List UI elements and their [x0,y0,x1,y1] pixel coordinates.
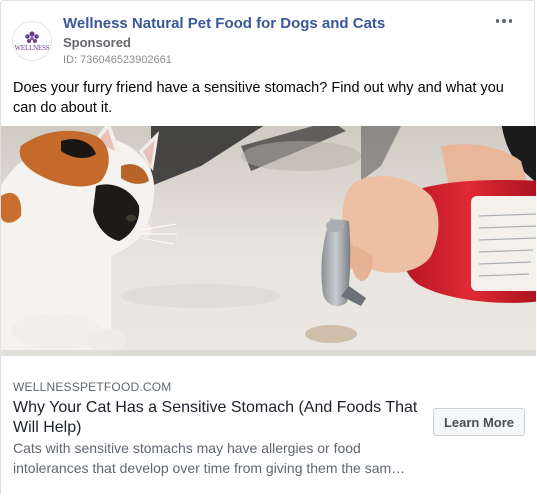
post-header: WELLNESS Wellness Natural Pet Food for D… [1,1,534,71]
link-description: Cats with sensitive stomachs may have al… [13,440,406,476]
dot [495,19,500,23]
link-domain: WELLNESSPETFOOD.COM [13,380,172,394]
sponsored-post-card: WELLNESS Wellness Natural Pet Food for D… [0,0,536,497]
post-body-text: Does your furry friend have a sensitive … [13,80,504,116]
learn-more-button[interactable]: Learn More [433,408,525,436]
post-image[interactable] [1,126,536,355]
link-preview[interactable]: WELLNESSPETFOOD.COM Why Your Cat Has a S… [1,355,536,497]
cat-and-spray-bottle-image [1,126,536,355]
wellness-logo-icon: WELLNESS [15,31,50,52]
more-options-icon[interactable] [492,11,516,31]
dot [502,19,506,23]
page-avatar[interactable]: WELLNESS [12,21,52,61]
link-headline[interactable]: Why Your Cat Has a Sensitive Stomach (An… [13,398,423,438]
sponsored-label: Sponsored [63,35,131,50]
page-name-link[interactable]: Wellness Natural Pet Food for Dogs and C… [63,15,385,32]
svg-text:WELLNESS: WELLNESS [15,44,50,52]
dot [508,19,513,23]
ad-id: ID: 736046523902661 [63,54,172,66]
